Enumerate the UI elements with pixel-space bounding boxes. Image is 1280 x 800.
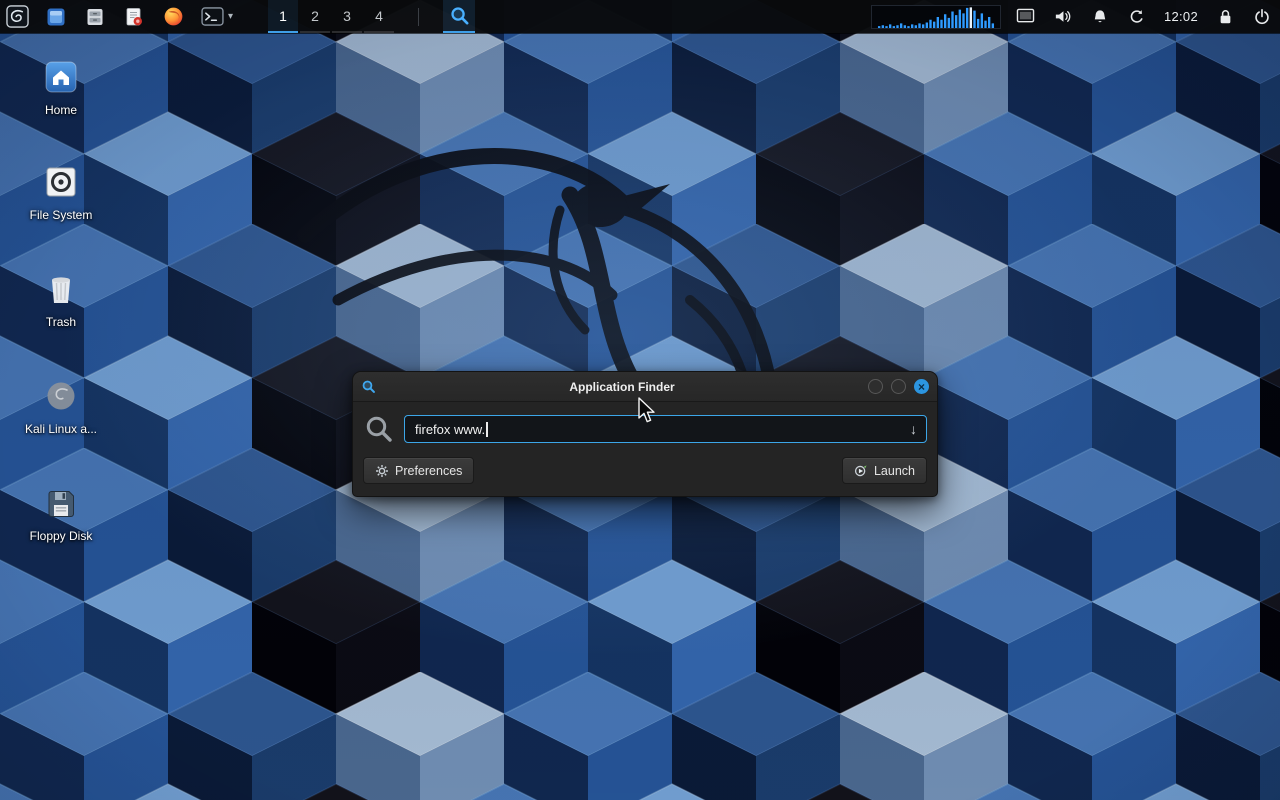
workspace-1[interactable]: 1 bbox=[268, 0, 298, 33]
panel-separator bbox=[418, 8, 419, 26]
floppy-icon bbox=[45, 484, 77, 520]
search-text: firefox www. bbox=[415, 422, 485, 437]
application-finder-window: Application Finder × firefox www. ↓ bbox=[352, 371, 938, 497]
close-icon: × bbox=[918, 381, 925, 393]
text-cursor bbox=[486, 422, 488, 437]
taskbar-application-finder[interactable] bbox=[443, 0, 475, 33]
kali-logo-icon bbox=[6, 5, 29, 28]
desktop-icon-label: File System bbox=[30, 208, 93, 222]
workspace-switcher: 1 2 3 4 bbox=[268, 0, 394, 33]
firefox-icon bbox=[163, 6, 184, 27]
search-icon bbox=[363, 414, 395, 444]
notifications-tray-icon[interactable] bbox=[1088, 5, 1112, 29]
desktop-icon-label: Trash bbox=[46, 315, 76, 329]
volume-tray-icon[interactable] bbox=[1051, 5, 1075, 29]
desktop-icon-file-system[interactable]: File System bbox=[21, 163, 101, 222]
window-icon bbox=[46, 7, 66, 27]
trash-icon bbox=[46, 270, 76, 306]
top-panel: ▾ 1 2 3 4 bbox=[0, 0, 1280, 33]
desktop-icon-label: Kali Linux a... bbox=[25, 422, 97, 436]
text-editor-launcher[interactable] bbox=[121, 4, 147, 30]
preferences-button[interactable]: Preferences bbox=[363, 457, 474, 484]
maximize-button[interactable] bbox=[891, 379, 906, 394]
clock[interactable]: 12:02 bbox=[1162, 9, 1200, 24]
gear-icon bbox=[375, 464, 389, 478]
titlebar[interactable]: Application Finder × bbox=[353, 372, 937, 402]
kali-document-icon bbox=[44, 377, 78, 413]
display-tray-icon[interactable] bbox=[1014, 5, 1038, 29]
window-title: Application Finder bbox=[384, 380, 860, 394]
desktop-icon-label: Floppy Disk bbox=[30, 529, 93, 543]
desktop: Home File System Trash Kali Linux a... bbox=[0, 0, 1280, 800]
drive-icon bbox=[44, 163, 78, 199]
file-cabinet-icon bbox=[85, 7, 105, 27]
desktop-icon-trash[interactable]: Trash bbox=[21, 270, 101, 329]
document-icon bbox=[125, 7, 143, 27]
workspace-2[interactable]: 2 bbox=[300, 0, 330, 33]
power-icon bbox=[1253, 8, 1271, 26]
home-folder-icon bbox=[44, 58, 78, 94]
close-button[interactable]: × bbox=[914, 379, 929, 394]
file-manager-launcher[interactable] bbox=[82, 4, 108, 30]
kali-menu-button[interactable] bbox=[4, 4, 30, 30]
bell-icon bbox=[1091, 8, 1109, 26]
cpu-graph-bars bbox=[872, 6, 1000, 28]
undercover-window-launcher[interactable] bbox=[43, 4, 69, 30]
launch-button[interactable]: Launch bbox=[842, 457, 927, 484]
launch-label: Launch bbox=[874, 464, 915, 478]
lock-icon bbox=[1217, 8, 1234, 26]
workspace-4[interactable]: 4 bbox=[364, 0, 394, 33]
display-icon bbox=[1016, 8, 1035, 25]
application-finder-icon bbox=[361, 379, 376, 394]
firefox-launcher[interactable] bbox=[160, 4, 186, 30]
minimize-button[interactable] bbox=[868, 379, 883, 394]
search-input[interactable]: firefox www. ↓ bbox=[404, 415, 927, 443]
preferences-label: Preferences bbox=[395, 464, 462, 478]
chevron-down-icon[interactable]: ▾ bbox=[228, 12, 233, 22]
search-icon bbox=[449, 5, 470, 26]
workspace-3[interactable]: 3 bbox=[332, 0, 362, 33]
dropdown-arrow-icon[interactable]: ↓ bbox=[901, 421, 926, 437]
desktop-icon-floppy-disk[interactable]: Floppy Disk bbox=[21, 484, 101, 543]
desktop-icon-home[interactable]: Home bbox=[21, 58, 101, 117]
launch-icon bbox=[854, 464, 868, 478]
cpu-graph[interactable] bbox=[871, 5, 1001, 29]
desktop-icon-kali-docs[interactable]: Kali Linux a... bbox=[21, 377, 101, 436]
updates-tray-icon[interactable] bbox=[1125, 5, 1149, 29]
terminal-launcher[interactable] bbox=[199, 4, 225, 30]
session-power-tray-icon[interactable] bbox=[1250, 5, 1274, 29]
speaker-icon bbox=[1053, 7, 1072, 26]
lock-keyring-tray-icon[interactable] bbox=[1213, 5, 1237, 29]
refresh-icon bbox=[1128, 8, 1146, 26]
desktop-icon-label: Home bbox=[45, 103, 77, 117]
terminal-icon bbox=[201, 7, 224, 26]
